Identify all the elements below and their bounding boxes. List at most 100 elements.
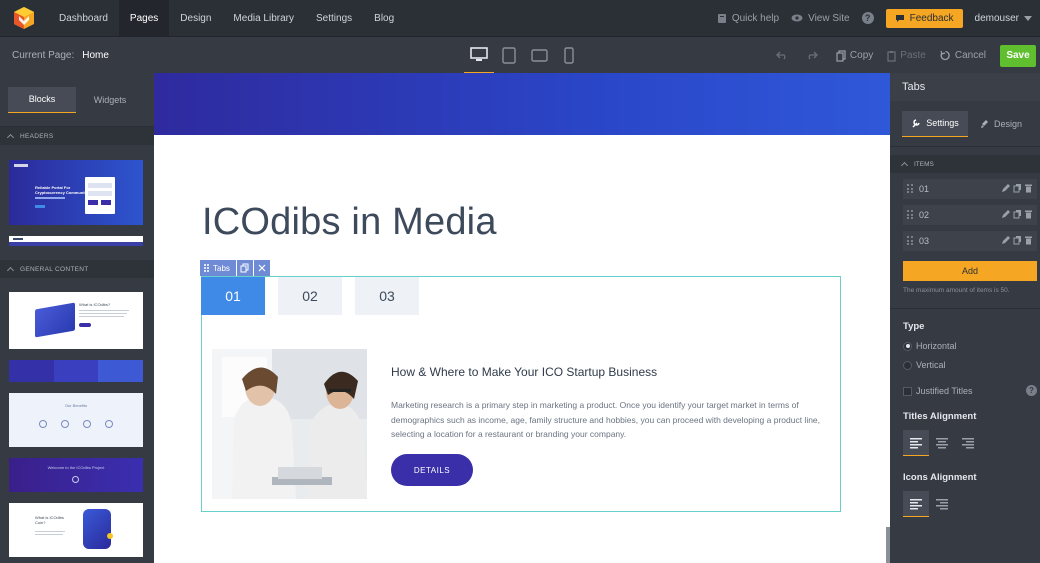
tablet-view-button[interactable] xyxy=(494,37,524,74)
user-menu[interactable]: demouser xyxy=(975,13,1032,24)
justified-titles-checkbox[interactable]: Justified Titles ? xyxy=(903,385,1040,396)
quick-help-link[interactable]: Quick help xyxy=(717,13,779,24)
current-page-name: Home xyxy=(82,49,109,61)
tabs-widget-handle[interactable]: Tabs xyxy=(200,260,236,276)
save-button[interactable]: Save xyxy=(1000,44,1036,67)
edit-icon[interactable] xyxy=(1001,209,1011,219)
trash-icon[interactable] xyxy=(1024,183,1033,193)
list-item[interactable]: 02 xyxy=(903,205,1037,225)
thumb-benefits-title: Our Benefits xyxy=(64,403,88,408)
section-heading[interactable]: ICOdibs in Media xyxy=(202,201,497,244)
icons-align-right-button[interactable] xyxy=(929,491,955,517)
content-block-thumbnail[interactable]: Welcome to the ICOdibs Project xyxy=(9,458,143,492)
article-body[interactable]: Marketing research is a primary step in … xyxy=(391,398,821,442)
duplicate-widget-button[interactable] xyxy=(236,260,253,276)
redo-icon xyxy=(808,51,818,60)
items-limit-note: The maximum amount of items is 50. xyxy=(903,287,1010,294)
radio-vertical[interactable]: Vertical xyxy=(903,360,1040,370)
tab-design[interactable]: Design xyxy=(968,111,1034,137)
user-name: demouser xyxy=(974,12,1019,24)
tab-03[interactable]: 03 xyxy=(355,277,419,315)
section-items[interactable]: ITEMS xyxy=(890,155,1040,173)
undo-button[interactable] xyxy=(776,51,792,60)
logo[interactable] xyxy=(0,0,48,36)
radio-indicator[interactable] xyxy=(903,341,912,351)
nav-blog[interactable]: Blog xyxy=(363,0,405,36)
blocks-sidebar: Blocks Widgets HEADERS Reliable Portal F… xyxy=(0,73,154,563)
tablet-landscape-view-button[interactable] xyxy=(524,37,554,74)
feedback-button[interactable]: Feedback xyxy=(885,8,963,28)
view-site-link[interactable]: View Site xyxy=(791,13,850,24)
content-block-thumbnail[interactable] xyxy=(9,360,143,382)
article-photo xyxy=(212,349,367,499)
thumb-app-title: What is ICOdibs Coin? xyxy=(35,515,64,525)
item-label: 03 xyxy=(919,236,930,246)
trash-icon[interactable] xyxy=(1024,235,1033,245)
radio-horizontal[interactable]: Horizontal xyxy=(903,341,1040,351)
nav-media-library[interactable]: Media Library xyxy=(222,0,305,36)
nav-settings[interactable]: Settings xyxy=(305,0,363,36)
tabs-widget-toolbar: Tabs xyxy=(200,260,270,276)
drag-handle-icon[interactable] xyxy=(907,210,913,220)
tab-01[interactable]: 01 xyxy=(201,277,265,315)
nav-design[interactable]: Design xyxy=(169,0,222,36)
checkbox-indicator[interactable] xyxy=(903,386,912,396)
tab-settings[interactable]: Settings xyxy=(902,110,968,137)
copy-icon[interactable] xyxy=(1013,183,1022,193)
copy-icon[interactable] xyxy=(1013,235,1022,245)
copy-icon xyxy=(240,263,249,273)
mobile-view-button[interactable] xyxy=(554,37,584,74)
content-block-thumbnail[interactable]: What is ICOdibs? xyxy=(9,292,143,349)
icons-align-left-button[interactable] xyxy=(903,491,929,517)
list-item[interactable]: 01 xyxy=(903,179,1037,199)
tab-design-label: Design xyxy=(993,118,1022,129)
desktop-view-button[interactable] xyxy=(464,37,494,74)
align-right-icon xyxy=(936,499,948,510)
chevron-up-icon xyxy=(900,161,909,170)
drag-handle-icon[interactable] xyxy=(907,184,913,194)
edit-icon[interactable] xyxy=(1001,235,1011,245)
align-left-button[interactable] xyxy=(903,430,929,456)
paste-button[interactable]: Paste xyxy=(887,50,926,62)
redo-button[interactable] xyxy=(806,51,822,60)
tab-02[interactable]: 02 xyxy=(278,277,342,315)
thumb-welcome-title: Welcome to the ICOdibs Project xyxy=(47,465,105,470)
header-block-thumbnail[interactable] xyxy=(9,236,143,246)
nav-dashboard[interactable]: Dashboard xyxy=(48,0,119,36)
item-label: 02 xyxy=(919,210,930,220)
copy-button[interactable]: Copy xyxy=(836,49,873,62)
hero-banner[interactable] xyxy=(154,73,890,135)
details-button[interactable]: DETAILS xyxy=(391,454,473,486)
add-item-button[interactable]: Add xyxy=(903,261,1037,281)
align-center-button[interactable] xyxy=(929,430,955,456)
trash-icon[interactable] xyxy=(1024,209,1033,219)
cancel-icon xyxy=(940,50,950,61)
tab-widgets[interactable]: Widgets xyxy=(76,87,144,113)
align-right-button[interactable] xyxy=(955,430,981,456)
help-icon[interactable]: ? xyxy=(861,12,874,24)
nav-pages[interactable]: Pages xyxy=(118,0,170,36)
tab-blocks[interactable]: Blocks xyxy=(8,86,76,113)
section-headers[interactable]: HEADERS xyxy=(0,127,154,145)
header-block-thumbnail[interactable]: Reliable Portal For Cryptocurrency Commu… xyxy=(9,160,143,225)
titles-alignment-heading: Titles Alignment xyxy=(903,411,977,422)
radio-indicator[interactable] xyxy=(903,360,912,370)
tablet-icon xyxy=(502,47,516,64)
item-label: 01 xyxy=(919,184,930,194)
remove-widget-button[interactable] xyxy=(253,260,270,276)
align-left-icon xyxy=(910,437,922,448)
section-general-content[interactable]: GENERAL CONTENT xyxy=(0,260,154,278)
radio-horizontal-label: Horizontal xyxy=(916,341,957,351)
list-item[interactable]: 03 xyxy=(903,231,1037,251)
drag-handle-icon[interactable] xyxy=(907,236,913,246)
tabs-bar: 01 02 03 xyxy=(201,277,432,315)
help-icon[interactable]: ? xyxy=(1026,385,1037,396)
panel-title: Tabs xyxy=(890,73,1040,101)
content-block-thumbnail[interactable]: Our Benefits xyxy=(9,393,143,447)
edit-icon[interactable] xyxy=(1001,183,1011,193)
cancel-button[interactable]: Cancel xyxy=(940,50,986,61)
article-title[interactable]: How & Where to Make Your ICO Startup Bus… xyxy=(391,365,657,379)
copy-icon[interactable] xyxy=(1013,209,1022,219)
thumb-header-subtitle: Cryptocurrency Community xyxy=(35,190,88,195)
content-block-thumbnail[interactable]: What is ICOdibs Coin? xyxy=(9,503,143,557)
